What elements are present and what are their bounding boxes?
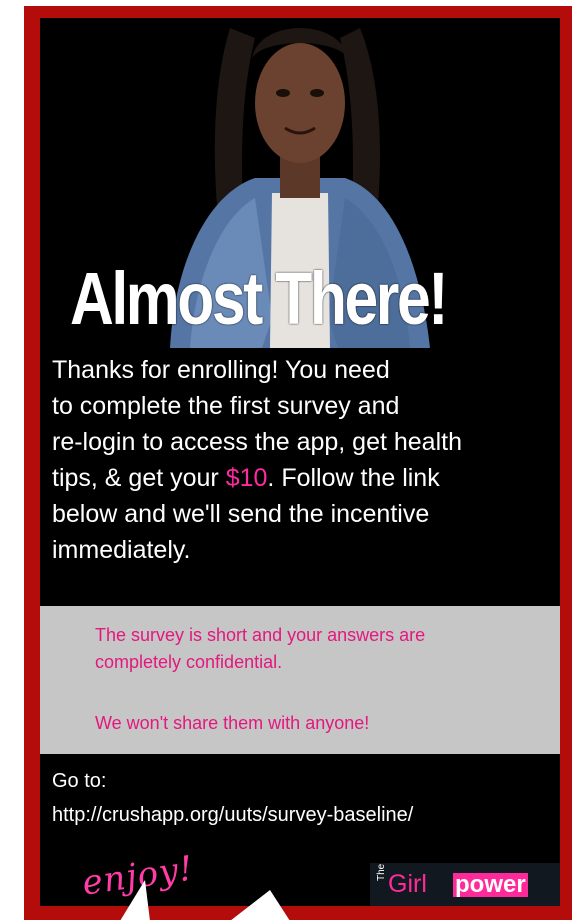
logo-girl: Girl xyxy=(388,870,427,898)
logo-power: power xyxy=(453,871,528,898)
survey-link-section: Go to: http://crushapp.org/uuts/survey-b… xyxy=(52,764,557,832)
notice-line: The survey is short and your answers are xyxy=(95,625,426,645)
incentive-amount: $10 xyxy=(225,464,268,492)
girlpower-logo: The Girl power xyxy=(370,863,560,906)
instructions-line: re-login to access the app, get health xyxy=(52,428,462,456)
instructions-line: immediately. xyxy=(52,536,191,564)
enrollment-card: Almost There! Thanks for enrolling! You … xyxy=(40,18,560,906)
headline: Almost There! xyxy=(70,257,448,340)
survey-url-link[interactable]: http://crushapp.org/uuts/survey-baseline… xyxy=(52,798,557,832)
confidentiality-notice: The survey is short and your answers are… xyxy=(40,606,560,754)
page-curl-decoration xyxy=(120,880,290,921)
instructions-text: Thanks for enrolling! You need to comple… xyxy=(52,352,557,568)
instructions-line: to complete the first survey and xyxy=(52,392,400,420)
logo-prefix: The xyxy=(376,863,387,881)
notice-line: We won't share them with anyone! xyxy=(95,713,370,733)
instructions-line: below and we'll send the incentive xyxy=(52,500,430,528)
instructions-line: tips, & get your $10. Follow the link xyxy=(52,460,557,496)
instructions-line: Thanks for enrolling! You need xyxy=(52,356,390,384)
instructions-fragment: . Follow the link xyxy=(267,464,440,492)
notice-line: completely confidential. xyxy=(95,652,283,672)
goto-label: Go to: xyxy=(52,770,107,792)
instructions-fragment: tips, & get your xyxy=(52,464,226,492)
